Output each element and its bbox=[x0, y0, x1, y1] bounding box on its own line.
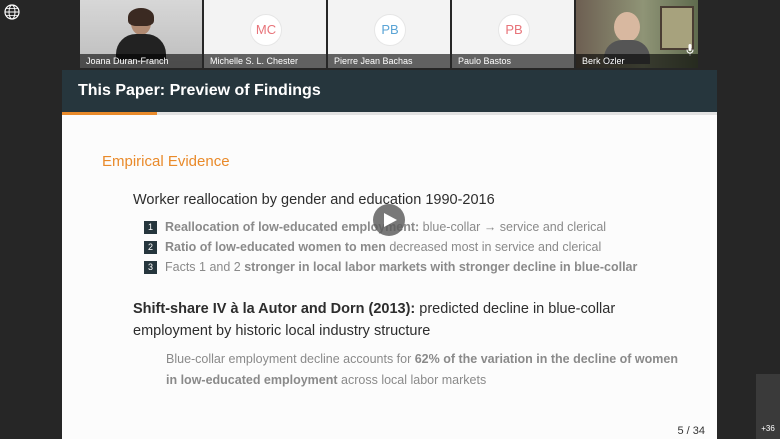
participant-name: Pierre Jean Bachas bbox=[328, 54, 450, 68]
participant-name: Berk Ozler bbox=[576, 54, 698, 68]
item-number: 1 bbox=[144, 221, 157, 234]
item-text: Facts 1 and 2 bbox=[165, 260, 245, 274]
participant-name: Paulo Bastos bbox=[452, 54, 574, 68]
more-participants-count: +36 bbox=[761, 424, 775, 433]
header-accent-bar bbox=[62, 112, 717, 115]
item-text: decreased most in service and clerical bbox=[385, 240, 602, 254]
section-title: Empirical Evidence bbox=[102, 153, 230, 170]
item-number: 2 bbox=[144, 241, 157, 254]
shift-bold-text: Shift-share IV à la Autor and Dorn (2013… bbox=[133, 301, 416, 317]
play-icon bbox=[384, 213, 397, 227]
participant-tile[interactable]: Joana Duran-Franch bbox=[80, 0, 202, 68]
list-item: 3 Facts 1 and 2 stronger in local labor m… bbox=[144, 260, 637, 274]
note-rest-text: across local labor markets bbox=[337, 373, 487, 387]
participant-avatar: PB bbox=[374, 14, 406, 46]
participant-tile[interactable]: Berk Ozler bbox=[576, 0, 698, 68]
more-participants-button[interactable]: +36 bbox=[756, 374, 780, 439]
participant-avatar: MC bbox=[250, 14, 282, 46]
lead-text: Worker reallocation by gender and educat… bbox=[133, 192, 495, 208]
slide-title: This Paper: Preview of Findings bbox=[78, 82, 321, 99]
shared-slide: This Paper: Preview of Findings Empirica… bbox=[62, 70, 717, 439]
shift-share-text: Shift-share IV à la Autor and Dorn (2013… bbox=[133, 298, 693, 342]
item-text: blue-collar → service and clerical bbox=[419, 220, 607, 234]
globe-icon[interactable] bbox=[4, 4, 20, 20]
list-item: 2 Ratio of low-educated women to men decr… bbox=[144, 240, 601, 254]
play-button[interactable] bbox=[373, 204, 405, 236]
person-head bbox=[614, 12, 640, 42]
person-hair bbox=[128, 8, 154, 26]
item-number: 3 bbox=[144, 261, 157, 274]
participant-tile[interactable]: PB Pierre Jean Bachas bbox=[328, 0, 450, 68]
note-text: Blue-collar employment decline accounts … bbox=[166, 349, 686, 391]
participant-name: Joana Duran-Franch bbox=[80, 54, 202, 68]
slide-header: This Paper: Preview of Findings bbox=[62, 70, 717, 112]
participant-avatar: PB bbox=[498, 14, 530, 46]
item-bold-text: Ratio of low-educated women to men bbox=[165, 240, 386, 254]
participant-tile[interactable]: MC Michelle S. L. Chester bbox=[204, 0, 326, 68]
note-pre-text: Blue-collar employment decline accounts … bbox=[166, 352, 415, 366]
page-number: 5 / 34 bbox=[677, 425, 705, 437]
participant-tile[interactable]: PB Paulo Bastos bbox=[452, 0, 574, 68]
item-bold-text: stronger in local labor markets with str… bbox=[244, 260, 638, 274]
participant-name: Michelle S. L. Chester bbox=[204, 54, 326, 68]
